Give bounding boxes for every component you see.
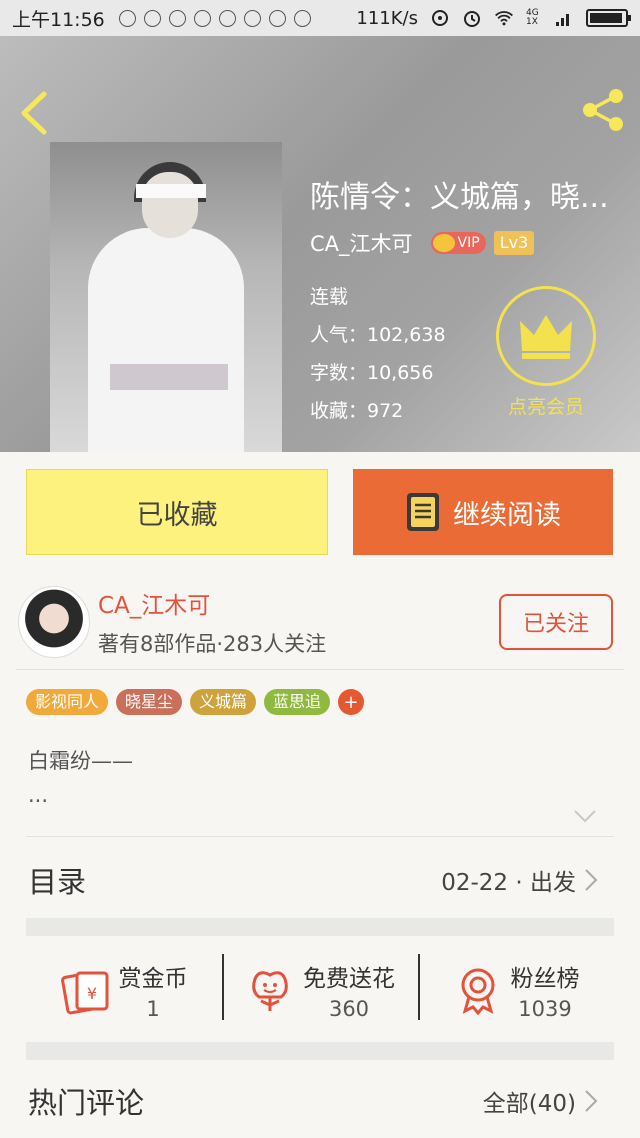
alarm-icon xyxy=(464,11,480,27)
fan-ranking-button[interactable]: 粉丝榜 1039 xyxy=(418,950,614,1030)
author-card[interactable]: CA_江木可 著有8部作品·283人关注 已关注 xyxy=(0,580,640,664)
toc-title: 目录 xyxy=(28,865,87,899)
signal-icon xyxy=(556,14,569,26)
member-button[interactable]: 点亮会员 xyxy=(494,286,598,419)
book-author[interactable]: CA_江木可 xyxy=(310,228,413,258)
tag[interactable]: 义城篇 xyxy=(190,689,257,715)
chevron-down-icon[interactable] xyxy=(573,808,597,824)
weibo-icon xyxy=(243,9,261,27)
back-button[interactable] xyxy=(14,90,54,136)
chevron-right-icon xyxy=(585,869,598,891)
battery-icon xyxy=(586,9,631,27)
share-button[interactable] xyxy=(580,86,628,134)
author-meta: 著有8部作品·283人关注 xyxy=(98,632,327,656)
author-name[interactable]: CA_江木可 xyxy=(98,586,210,620)
notification-icon xyxy=(143,9,161,27)
book-title: 陈情令：义城篇，晓... xyxy=(310,180,609,215)
divider xyxy=(16,669,624,670)
divider xyxy=(26,836,614,837)
cover-figure xyxy=(88,228,244,452)
crown-icon xyxy=(520,315,572,359)
section-separator xyxy=(26,1042,614,1060)
level-badge: Lv3 xyxy=(493,231,535,255)
send-flower-button[interactable]: 免费送花 360 xyxy=(222,950,418,1030)
add-tag-button[interactable]: + xyxy=(338,689,365,715)
notification-icon xyxy=(218,9,236,27)
continue-reading-button[interactable]: 继续阅读 xyxy=(353,469,613,555)
status-time: 上午11:56 xyxy=(12,8,105,31)
network-speed: 111K/s xyxy=(356,7,418,29)
network-type: 4G 1X xyxy=(526,8,539,27)
all-comments-link[interactable]: 全部(40) xyxy=(483,1084,576,1118)
red-envelope-icon: ¥ xyxy=(60,971,108,1015)
popularity-stat: 人气：102,638 xyxy=(310,324,446,346)
medal-icon xyxy=(461,968,494,1015)
book-summary: 白霜纷—— ... xyxy=(28,749,133,807)
reward-coins-button[interactable]: ¥ 赏金币 1 xyxy=(26,950,222,1030)
table-of-contents-row[interactable]: 目录 02-22 · 出发 xyxy=(28,852,598,908)
notification-icon xyxy=(293,9,311,27)
member-label: 点亮会员 xyxy=(507,396,584,418)
book-header: 陈情令：义城篇，晓... CA_江木可 VIP Lv3 连载 人气：102,63… xyxy=(0,36,640,452)
book-status: 连载 xyxy=(310,286,349,308)
chevron-right-icon xyxy=(585,1090,598,1112)
collections-stat: 收藏：972 xyxy=(310,400,404,422)
latest-chapter: 02-22 · 出发 xyxy=(441,870,576,896)
tag[interactable]: 影视同人 xyxy=(26,689,109,715)
book-icon xyxy=(407,493,439,531)
crown-icon xyxy=(432,234,455,252)
sync-icon xyxy=(432,10,448,26)
notification-icon xyxy=(118,9,136,27)
svg-text:¥: ¥ xyxy=(86,984,96,1003)
book-stats: 连载 人气：102,638 字数：10,656 收藏：972 xyxy=(310,278,446,430)
wifi-icon xyxy=(495,11,513,26)
notification-icon xyxy=(168,9,186,27)
section-separator xyxy=(26,918,614,936)
word-count-stat: 字数：10,656 xyxy=(310,362,434,384)
status-bar: 上午11:56 111K/s 4G 1X xyxy=(0,0,640,36)
notification-icons xyxy=(118,9,311,27)
weibo-icon xyxy=(268,9,286,27)
comments-title: 热门评论 xyxy=(28,1086,145,1120)
tag-list: 影视同人 晓星尘 义城篇 蓝思追 + xyxy=(26,689,365,715)
author-line: CA_江木可 VIP Lv3 xyxy=(310,228,535,258)
follow-button[interactable]: 已关注 xyxy=(499,594,613,650)
avatar[interactable] xyxy=(18,586,90,658)
collected-button[interactable]: 已收藏 xyxy=(26,469,328,555)
vip-badge: VIP xyxy=(430,232,486,254)
hot-comments-row[interactable]: 热门评论 全部(40) xyxy=(28,1076,598,1126)
notification-icon xyxy=(193,9,211,27)
flower-icon xyxy=(252,971,288,1011)
tag[interactable]: 蓝思追 xyxy=(264,689,331,715)
tag[interactable]: 晓星尘 xyxy=(116,689,183,715)
book-cover[interactable] xyxy=(50,142,282,452)
rewards-bar: ¥ 赏金币 1 免费送花 360 粉丝榜 1039 xyxy=(26,950,614,1030)
